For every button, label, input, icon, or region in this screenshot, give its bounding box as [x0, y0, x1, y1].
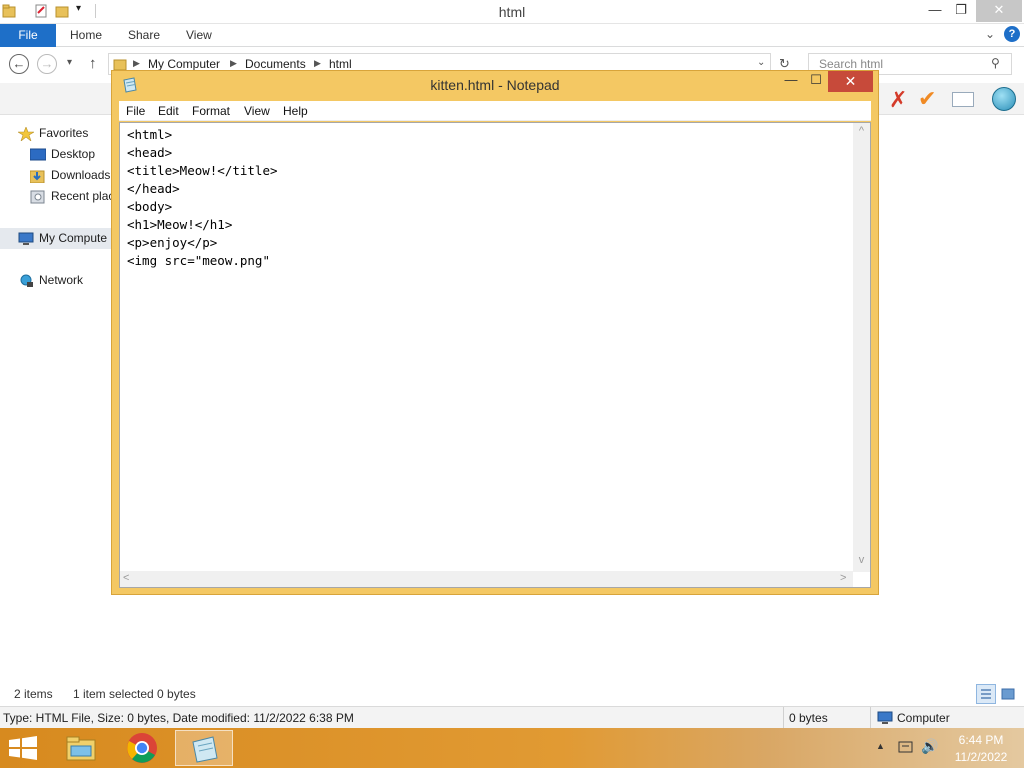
tab-file[interactable]: File — [0, 24, 56, 47]
separator — [870, 707, 871, 728]
menu-edit[interactable]: Edit — [158, 103, 179, 119]
selection-info: 1 item selected 0 bytes — [73, 687, 196, 701]
recent-locations-icon[interactable]: ▾ — [67, 57, 72, 68]
chevron-right-icon[interactable]: ▶ — [230, 58, 237, 69]
chevron-right-icon[interactable]: ▶ — [314, 58, 321, 69]
notepad-window: kitten.html - Notepad — ☐ ✕ File Edit Fo… — [111, 70, 879, 595]
chevron-right-icon[interactable]: ▶ — [133, 58, 140, 69]
text-editor[interactable]: <html> <head> <title>Meow!</title> </hea… — [119, 122, 871, 588]
desktop-icon — [29, 148, 47, 162]
notepad-taskbar-button[interactable] — [175, 730, 233, 766]
file-details: Type: HTML File, Size: 0 bytes, Date mod… — [3, 711, 354, 725]
separator — [783, 707, 784, 728]
window-title: html — [498, 4, 526, 20]
menu-view[interactable]: View — [244, 103, 270, 119]
volume-icon[interactable]: 🔊 — [921, 738, 938, 755]
nav-label: My Compute — [39, 231, 108, 245]
nav-desktop[interactable]: Desktop — [29, 144, 96, 164]
breadcrumb-my-computer[interactable]: My Computer — [148, 57, 220, 71]
clock-time[interactable]: 6:44 PM — [958, 733, 1004, 747]
computer-icon — [18, 232, 34, 246]
tab-home[interactable]: Home — [70, 24, 102, 47]
notepad-title-bar[interactable]: kitten.html - Notepad — ☐ ✕ — [112, 71, 878, 101]
breadcrumb-html[interactable]: html — [329, 57, 352, 71]
horizontal-scrollbar[interactable]: < > — [120, 571, 853, 587]
size-info: 0 bytes — [789, 711, 828, 725]
nav-downloads[interactable]: Downloads — [29, 165, 111, 185]
editor-text[interactable]: <html> <head> <title>Meow!</title> </hea… — [127, 126, 278, 270]
vertical-scrollbar[interactable]: ^ v — [853, 123, 870, 572]
forward-icon[interactable]: → — [37, 54, 57, 74]
scroll-down-icon[interactable]: v — [853, 554, 870, 566]
item-count: 2 items — [14, 687, 53, 701]
nav-my-computer[interactable]: My Compute — [18, 228, 107, 248]
up-arrow-icon[interactable]: ↑ — [89, 55, 97, 72]
restore-icon[interactable]: ❐ — [946, 0, 976, 22]
clock-date[interactable]: 11/2/2022 — [950, 750, 1012, 764]
nav-label: Recent plac — [51, 189, 115, 203]
help-icon[interactable]: ? — [1004, 26, 1020, 42]
nav-favorites[interactable]: Favorites — [16, 123, 89, 143]
menu-file[interactable]: File — [126, 103, 145, 119]
nav-recent-places[interactable]: Recent plac — [30, 186, 114, 206]
chrome-icon — [127, 733, 157, 763]
network-icon — [18, 274, 34, 288]
mail-icon[interactable] — [952, 92, 974, 107]
address-dropdown-icon[interactable]: ⌄ — [757, 57, 765, 68]
downloads-folder-icon — [29, 169, 46, 184]
nav-label: Network — [39, 273, 84, 287]
search-placeholder: Search html — [819, 57, 884, 71]
minimize-icon[interactable]: — — [778, 72, 804, 87]
nav-network[interactable]: Network — [18, 270, 83, 290]
menu-help[interactable]: Help — [283, 103, 308, 119]
breadcrumb-documents[interactable]: Documents — [245, 57, 306, 71]
expand-ribbon-icon[interactable]: ⌄ — [985, 27, 995, 41]
notepad-title: kitten.html - Notepad — [430, 77, 560, 93]
location-info: Computer — [897, 711, 950, 725]
scroll-up-icon[interactable]: ^ — [853, 125, 870, 137]
search-icon[interactable]: ⚲ — [991, 56, 1000, 70]
nav-label: Downloads — [51, 168, 111, 182]
menu-format[interactable]: Format — [192, 103, 230, 119]
file-explorer-icon — [66, 736, 96, 761]
computer-icon — [877, 711, 893, 728]
star-icon — [16, 126, 36, 142]
close-icon[interactable]: ✕ — [828, 71, 873, 92]
taskbar: ▲ 🔊 6:44 PM 11/2/2022 — [0, 728, 1024, 768]
maximize-icon[interactable]: ☐ — [804, 72, 828, 88]
ribbon-tabs: File Home Share View ⌄ ? — [0, 24, 1024, 47]
file-explorer-taskbar-button[interactable] — [52, 730, 110, 766]
show-hidden-icons-icon[interactable]: ▲ — [876, 741, 885, 751]
tab-view[interactable]: View — [186, 24, 212, 47]
cancel-x-icon[interactable]: ✗ — [889, 87, 907, 113]
notepad-menu-bar: File Edit Format View Help — [119, 101, 871, 121]
tab-share[interactable]: Share — [128, 24, 160, 47]
windows-start-icon[interactable] — [8, 736, 38, 763]
explorer-title-bar: ▾ html — ❐ ✕ — [0, 0, 1024, 24]
scroll-right-icon[interactable]: > — [840, 572, 846, 584]
nav-label: Desktop — [51, 147, 96, 161]
notepad-icon — [192, 736, 218, 763]
chrome-taskbar-button[interactable] — [113, 730, 171, 766]
details-view-icon[interactable] — [976, 684, 996, 704]
back-icon[interactable]: ← — [9, 54, 29, 74]
close-icon[interactable]: ✕ — [976, 0, 1022, 22]
status-bar: 2 items 1 item selected 0 bytes — [0, 683, 1024, 705]
globe-icon[interactable] — [992, 87, 1016, 111]
details-bar: Type: HTML File, Size: 0 bytes, Date mod… — [0, 706, 1024, 728]
scroll-left-icon[interactable]: < — [123, 572, 129, 584]
checkmark-icon[interactable]: ✔ — [918, 86, 936, 112]
action-center-icon[interactable] — [898, 740, 914, 755]
large-icons-view-icon[interactable] — [1000, 686, 1016, 702]
nav-label: Favorites — [39, 126, 89, 140]
recent-places-icon — [30, 190, 46, 204]
